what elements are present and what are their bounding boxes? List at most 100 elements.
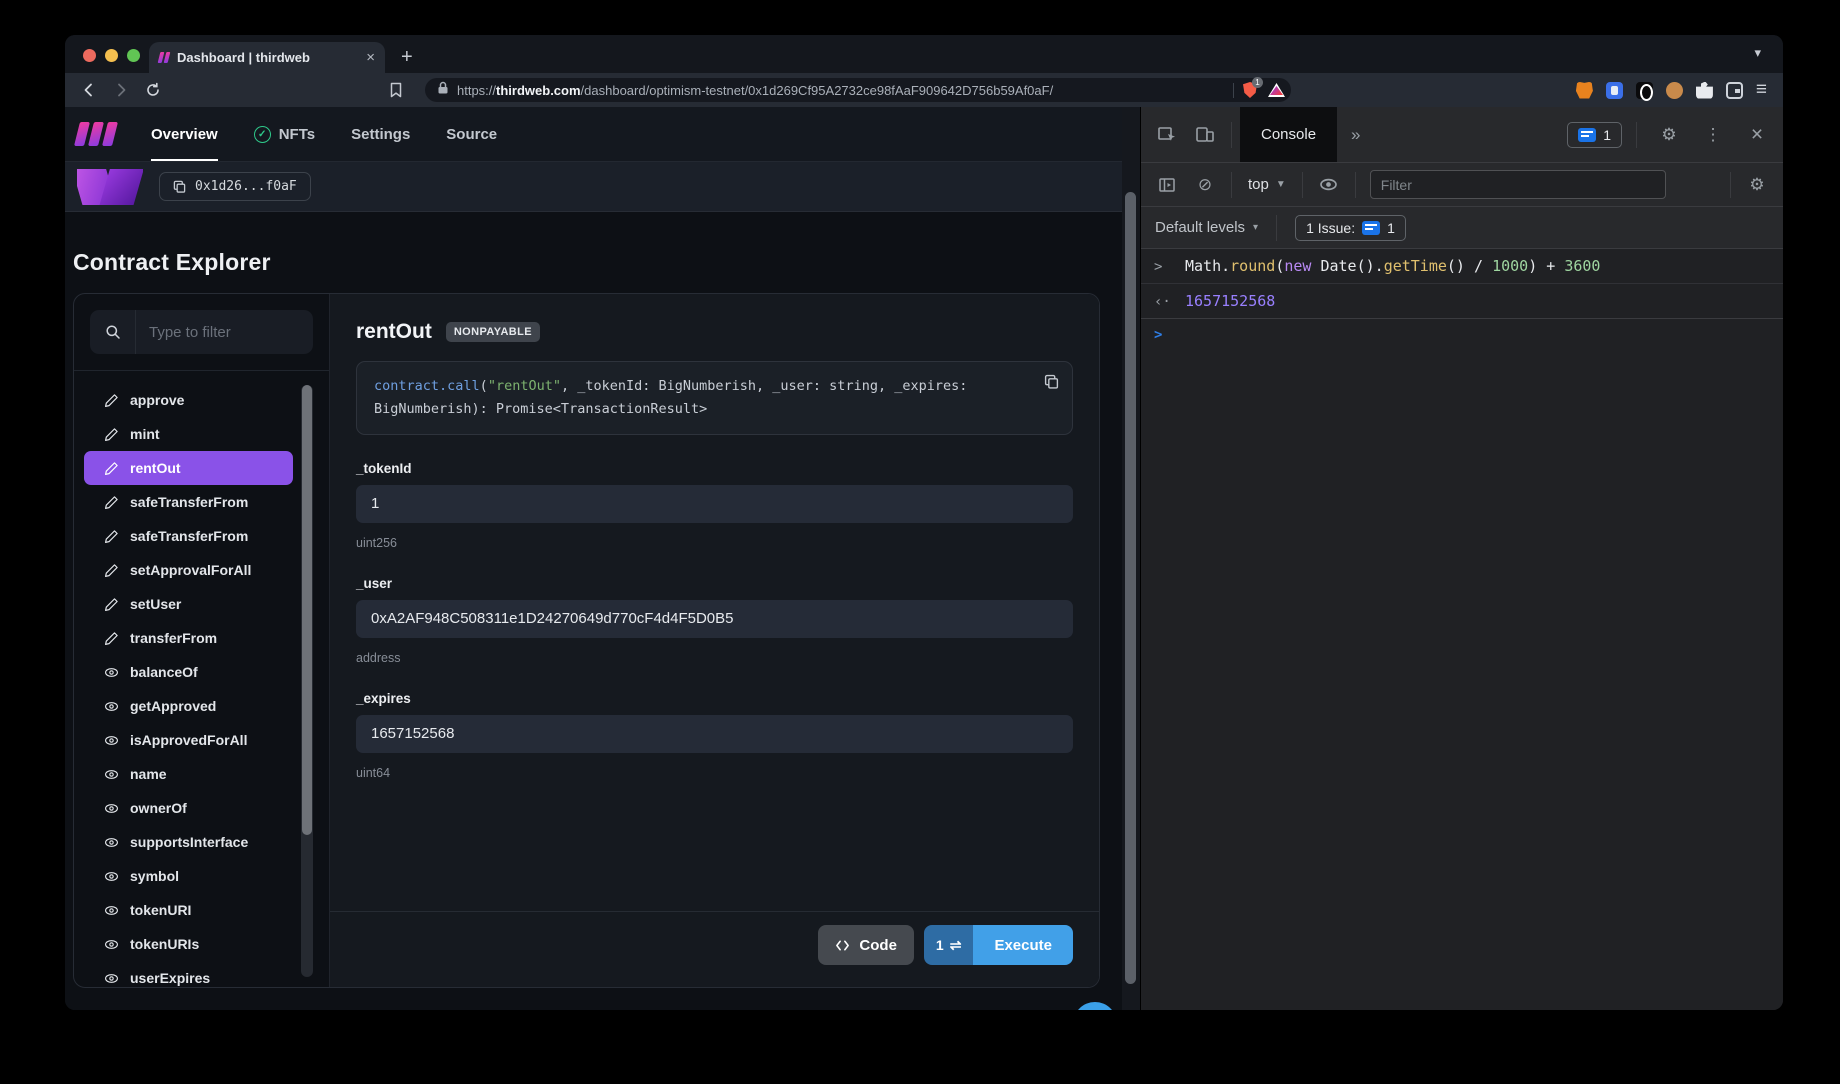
context-selector[interactable]: top ▼ [1240,176,1294,193]
device-toolbar-icon[interactable] [1187,117,1223,153]
brave-shield-icon[interactable]: 1 [1242,81,1260,99]
sidebar-item-setuser[interactable]: setUser [84,587,293,621]
close-window-button[interactable] [83,49,96,62]
nav-item-settings[interactable]: Settings [351,107,410,161]
sidebar-item-transferfrom[interactable]: transferFrom [84,621,293,655]
sidebar-item-safetransferfrom-1[interactable]: safeTransferFrom [84,485,293,519]
nav-item-nfts[interactable]: ✓ NFTs [254,107,315,161]
function-label: mint [130,426,160,442]
execute-button[interactable]: Execute [973,925,1073,965]
function-label: userExpires [130,970,210,986]
tab-console[interactable]: Console [1240,107,1337,162]
nav-item-overview[interactable]: Overview [151,107,218,161]
sidebar-item-balanceof[interactable]: balanceOf [84,655,293,689]
zoom-window-button[interactable] [127,49,140,62]
user-address-input[interactable] [356,600,1073,638]
back-icon[interactable] [81,82,97,98]
function-list-scrollbar[interactable] [301,385,313,977]
sidebar-item-mint[interactable]: mint [84,417,293,451]
function-list: approve mint rentOut [74,371,329,987]
close-tab-icon[interactable]: × [366,50,375,65]
thirdweb-logo-icon[interactable] [77,122,115,146]
field-type-user: address [356,651,1073,665]
new-tab-button[interactable]: + [401,46,413,69]
sidebar-item-ownerof[interactable]: ownerOf [84,791,293,825]
console-sidebar-toggle-icon[interactable] [1149,167,1185,203]
more-tabs-icon[interactable]: » [1351,125,1360,145]
sidebar-item-getapproved[interactable]: getApproved [84,689,293,723]
tokenid-input[interactable] [356,485,1073,523]
search-icon [90,310,136,354]
contract-explorer-panel: approve mint rentOut [73,293,1100,988]
sidebar-item-approve[interactable]: approve [84,383,293,417]
monkey-extension-icon[interactable] [1666,82,1683,99]
urlbar-divider [1233,83,1234,98]
minimize-window-button[interactable] [105,49,118,62]
console-result-arrow-icon: ‹· [1154,294,1172,310]
browser-toolbar: https://thirdweb.com/dashboard/optimism-… [65,73,1783,107]
code-button[interactable]: Code [818,925,914,965]
code-button-label: Code [859,937,897,954]
console-settings-icon[interactable]: ⚙ [1739,167,1775,203]
browser-menu-icon[interactable]: ≡ [1756,79,1767,101]
bookmark-icon[interactable] [389,82,403,98]
page-scrollbar[interactable] [1122,107,1140,1010]
reload-icon[interactable] [145,82,161,98]
issues-pill-button[interactable]: 1 Issue: 1 [1295,215,1406,241]
sidebar-item-tokenuri[interactable]: tokenURI [84,893,293,927]
function-label: safeTransferFrom [130,494,248,510]
tab-search-chevron-icon[interactable]: ▾ [1754,45,1761,61]
browser-tab[interactable]: Dashboard | thirdweb × [149,42,385,73]
clear-console-icon[interactable]: ⊘ [1187,167,1223,203]
sidebar-item-supportsinterface[interactable]: supportsInterface [84,825,293,859]
sidebar-item-isapprovedforall[interactable]: isApprovedForAll [84,723,293,757]
batch-count-button[interactable]: 1 ⇌ [924,925,974,965]
copy-signature-icon[interactable] [1044,374,1059,397]
function-filter-input[interactable] [136,324,313,341]
forward-icon[interactable] [113,82,129,98]
oval-extension-icon[interactable] [1636,82,1653,99]
issues-counter-button[interactable]: 1 [1567,122,1622,148]
sidebar-item-setapprovalforall[interactable]: setApprovalForAll [84,553,293,587]
function-label: safeTransferFrom [130,528,248,544]
contract-address-badge[interactable]: 0x1d26...f0aF [159,172,311,201]
inspect-element-icon[interactable] [1149,117,1185,153]
url-text: https://thirdweb.com/dashboard/optimism-… [457,83,1225,98]
console-result-value: 1657152568 [1185,292,1275,310]
devtools-settings-icon[interactable]: ⚙ [1651,117,1687,153]
extensions-puzzle-icon[interactable] [1696,82,1713,99]
brave-rewards-icon[interactable] [1268,83,1285,97]
sidebar-item-userexpires[interactable]: userExpires [84,961,293,987]
pencil-icon [104,427,119,442]
nav-label: Overview [151,126,218,143]
eye-icon [104,869,119,884]
pencil-icon [104,563,119,578]
console-prompt-row[interactable]: > [1141,319,1783,351]
live-expression-eye-icon[interactable] [1311,167,1347,203]
sidebar-item-safetransferfrom-2[interactable]: safeTransferFrom [84,519,293,553]
devtools-menu-icon[interactable]: ⋮ [1695,117,1731,153]
url-bar[interactable]: https://thirdweb.com/dashboard/optimism-… [425,78,1291,102]
sidebar-item-name[interactable]: name [84,757,293,791]
console-log-area[interactable]: > Math.round(new Date().getTime() / 1000… [1141,249,1783,1010]
execute-label: Execute [994,937,1052,954]
nav-item-source[interactable]: Source [446,107,497,161]
devtools-close-icon[interactable]: × [1739,117,1775,153]
wallet-extension-icon[interactable] [1726,82,1743,99]
page-scrollbar-thumb[interactable] [1125,192,1136,984]
thirdweb-favicon-icon [159,52,169,63]
issues-bubble-icon [1578,128,1596,142]
console-filter-input[interactable] [1370,170,1666,199]
expires-input[interactable] [356,715,1073,753]
sidebar-item-symbol[interactable]: symbol [84,859,293,893]
sidebar-item-tokenuris[interactable]: tokenURIs [84,927,293,961]
function-name: rentOut [356,320,432,344]
pencil-icon [104,631,119,646]
sidebar-item-rentout[interactable]: rentOut [84,451,293,485]
pencil-icon [104,461,119,476]
metamask-extension-icon[interactable] [1576,82,1593,99]
log-levels-dropdown[interactable]: Default levels ▾ [1155,219,1258,236]
contract-header-strip: 0x1d26...f0aF [65,162,1122,212]
blue-wallet-extension-icon[interactable] [1606,82,1623,99]
page-content: Overview ✓ NFTs Settings Source 0x1d26..… [65,107,1122,1010]
